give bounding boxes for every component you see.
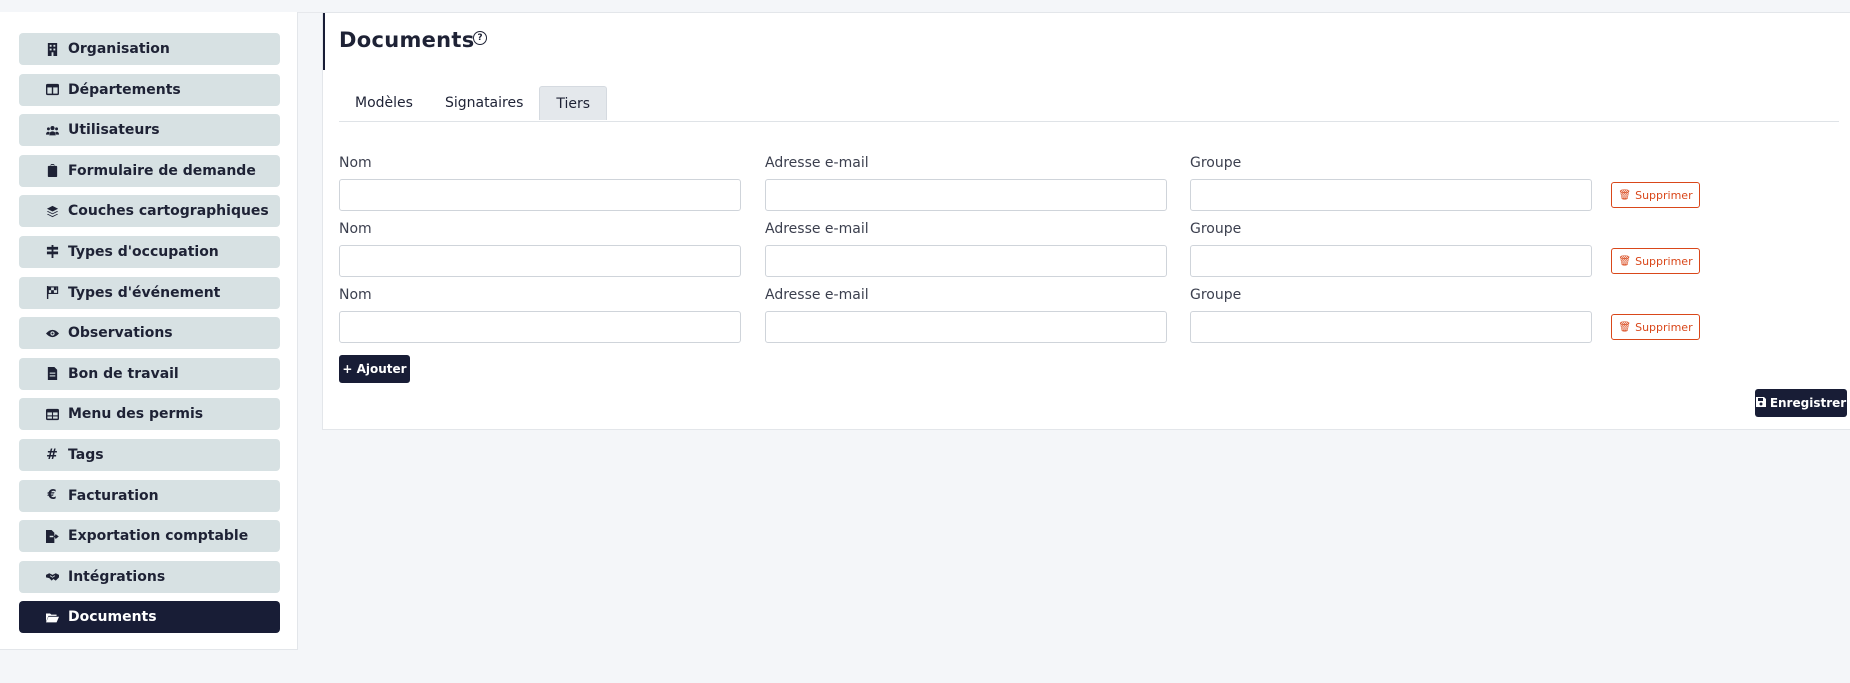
name-input[interactable] bbox=[339, 179, 741, 211]
email-input[interactable] bbox=[765, 245, 1167, 277]
sidebar-item-label: Intégrations bbox=[68, 568, 166, 585]
third-party-row: Nom Adresse e-mail Groupe 🗑 Supprimer bbox=[339, 155, 1850, 221]
sidebar-item-couches-cartographiques[interactable]: Couches cartographiques bbox=[19, 195, 280, 228]
email-label: Adresse e-mail bbox=[765, 155, 869, 171]
sidebar-item-utilisateurs[interactable]: Utilisateurs bbox=[19, 114, 280, 147]
table-icon bbox=[45, 407, 59, 421]
email-label: Adresse e-mail bbox=[765, 287, 869, 303]
group-label: Groupe bbox=[1190, 155, 1242, 171]
hashtag-icon: # bbox=[46, 446, 58, 463]
trash-icon: 🗑 bbox=[1618, 255, 1632, 267]
file-icon bbox=[45, 367, 59, 381]
sidebar-item-label: Menu des permis bbox=[68, 406, 204, 423]
save-button[interactable]: Enregistrer bbox=[1755, 389, 1847, 417]
trash-icon: 🗑 bbox=[1618, 321, 1632, 333]
group-input[interactable] bbox=[1190, 179, 1592, 211]
eye-icon bbox=[45, 326, 59, 340]
sidebar-item-exportation-comptable[interactable]: Exportation comptable bbox=[19, 520, 280, 553]
sidebar-item-label: Types d'événement bbox=[68, 284, 221, 301]
users-icon bbox=[45, 123, 59, 137]
sidebar-item-formulaire-de-demande[interactable]: Formulaire de demande bbox=[19, 154, 280, 187]
group-label: Groupe bbox=[1190, 221, 1242, 237]
sidebar-item-label: Utilisateurs bbox=[68, 122, 160, 139]
sidebar-item-label: Facturation bbox=[68, 487, 159, 504]
sidebar-item-label: Tags bbox=[68, 446, 104, 463]
tab-signataires[interactable]: Signataires bbox=[429, 86, 539, 120]
signpost-icon bbox=[45, 245, 59, 259]
sidebar-item-label: Formulaire de demande bbox=[68, 162, 256, 179]
floppy-disk-icon bbox=[1755, 396, 1766, 410]
page-title: Documents bbox=[339, 28, 475, 52]
name-input[interactable] bbox=[339, 311, 741, 343]
building-icon bbox=[45, 42, 59, 56]
name-label: Nom bbox=[339, 155, 372, 171]
group-label: Groupe bbox=[1190, 287, 1242, 303]
trash-icon: 🗑 bbox=[1618, 189, 1632, 201]
delete-label: Supprimer bbox=[1635, 254, 1693, 268]
sidebar-item-label: Types d'occupation bbox=[68, 243, 219, 260]
flag-checkered-icon bbox=[45, 286, 59, 300]
save-label: Enregistrer bbox=[1769, 396, 1847, 410]
third-party-row: Nom Adresse e-mail Groupe 🗑 Supprimer bbox=[339, 287, 1850, 353]
sidebar-item-observations[interactable]: Observations bbox=[19, 317, 280, 350]
sidebar-item-organisation[interactable]: Organisation bbox=[19, 33, 280, 65]
sidebar-item-bon-de-travail[interactable]: Bon de travail bbox=[19, 357, 280, 390]
sidebar-item-types-evenement[interactable]: Types d'événement bbox=[19, 276, 280, 309]
name-label: Nom bbox=[339, 221, 372, 237]
columns-icon bbox=[45, 83, 59, 97]
delete-button[interactable]: 🗑 Supprimer bbox=[1611, 314, 1700, 340]
email-input[interactable] bbox=[765, 179, 1167, 211]
delete-label: Supprimer bbox=[1635, 188, 1693, 202]
sidebar-item-label: Bon de travail bbox=[68, 365, 179, 382]
third-party-list: Nom Adresse e-mail Groupe 🗑 Supprimer No… bbox=[339, 155, 1850, 353]
email-input[interactable] bbox=[765, 311, 1167, 343]
help-icon[interactable]: ? bbox=[473, 31, 487, 45]
tab-tiers[interactable]: Tiers bbox=[539, 86, 608, 120]
sidebar-nav: Organisation Départements Utilisateurs F… bbox=[19, 33, 280, 642]
group-input[interactable] bbox=[1190, 245, 1592, 277]
delete-label: Supprimer bbox=[1635, 320, 1693, 334]
sidebar-item-tags[interactable]: # Tags bbox=[19, 438, 280, 471]
clipboard-icon bbox=[45, 164, 59, 178]
sidebar-item-integrations[interactable]: Intégrations bbox=[19, 560, 280, 593]
sidebar-item-label: Documents bbox=[68, 609, 157, 626]
sidebar-item-label: Départements bbox=[68, 81, 181, 98]
folder-open-icon bbox=[45, 610, 59, 624]
email-label: Adresse e-mail bbox=[765, 221, 869, 237]
group-input[interactable] bbox=[1190, 311, 1592, 343]
layers-icon bbox=[45, 204, 59, 218]
sidebar-item-label: Couches cartographiques bbox=[68, 203, 269, 220]
file-export-icon bbox=[45, 529, 59, 543]
sidebar-item-label: Organisation bbox=[68, 41, 170, 57]
handshake-icon bbox=[45, 570, 59, 584]
sidebar-item-departements[interactable]: Départements bbox=[19, 73, 280, 106]
name-label: Nom bbox=[339, 287, 372, 303]
tabs-bar: Modèles Signataires Tiers bbox=[339, 86, 1839, 122]
sidebar-item-menu-des-permis[interactable]: Menu des permis bbox=[19, 398, 280, 431]
sidebar-item-documents[interactable]: Documents bbox=[19, 601, 280, 634]
add-button[interactable]: + Ajouter bbox=[339, 355, 410, 383]
panel-accent-bar bbox=[323, 13, 325, 70]
sidebar-item-types-occupation[interactable]: Types d'occupation bbox=[19, 235, 280, 268]
sidebar-item-label: Observations bbox=[68, 325, 173, 342]
third-party-row: Nom Adresse e-mail Groupe 🗑 Supprimer bbox=[339, 221, 1850, 287]
sidebar-item-label: Exportation comptable bbox=[68, 528, 249, 545]
tab-modeles[interactable]: Modèles bbox=[339, 86, 429, 120]
settings-sidebar: Organisation Départements Utilisateurs F… bbox=[0, 12, 298, 650]
euro-icon: € bbox=[47, 488, 57, 504]
delete-button[interactable]: 🗑 Supprimer bbox=[1611, 248, 1700, 274]
sidebar-item-facturation[interactable]: € Facturation bbox=[19, 479, 280, 512]
name-input[interactable] bbox=[339, 245, 741, 277]
documents-panel: Documents ? Modèles Signataires Tiers No… bbox=[322, 12, 1850, 430]
delete-button[interactable]: 🗑 Supprimer bbox=[1611, 182, 1700, 208]
